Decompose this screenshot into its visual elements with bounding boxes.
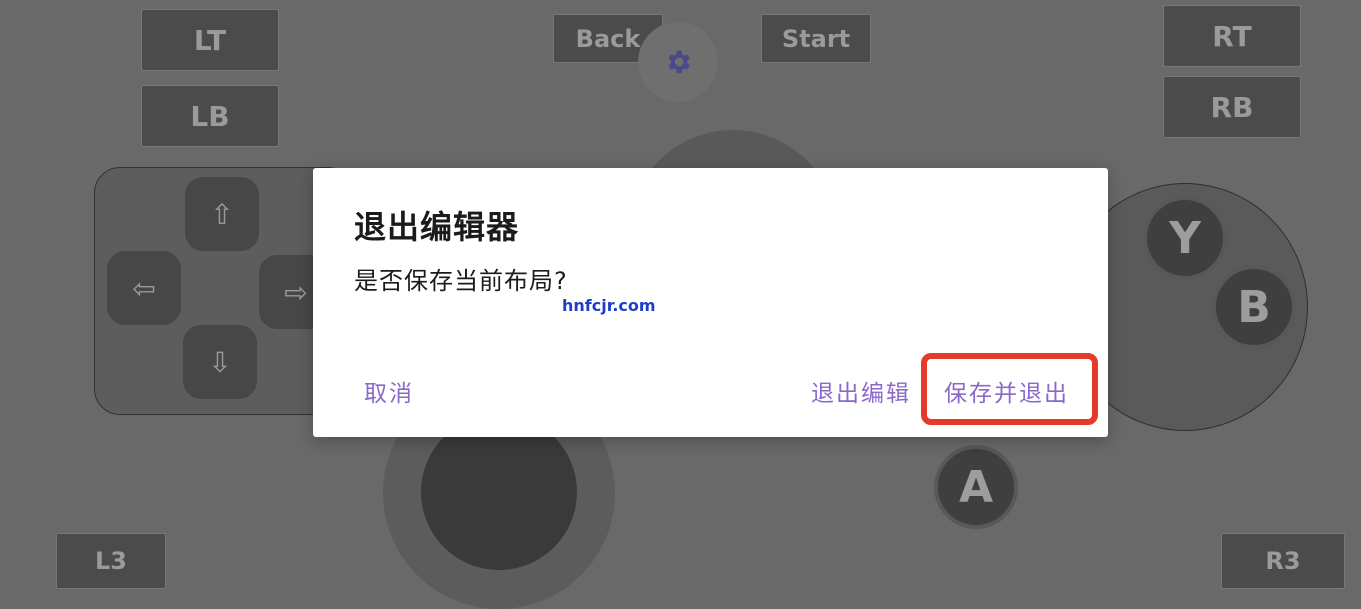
- l3-button[interactable]: L3: [56, 533, 166, 589]
- gear-icon: [668, 50, 690, 74]
- lb-button[interactable]: LB: [141, 85, 279, 147]
- dialog-title: 退出编辑器: [354, 208, 520, 246]
- cancel-button[interactable]: 取消: [364, 374, 414, 408]
- dpad-up-button[interactable]: ⇧: [185, 177, 259, 251]
- dialog-message: 是否保存当前布局?: [354, 267, 568, 295]
- rb-button[interactable]: RB: [1163, 76, 1301, 138]
- watermark-text: hnfcjr.com: [562, 296, 656, 315]
- settings-button[interactable]: [638, 22, 718, 102]
- start-button[interactable]: Start: [761, 14, 871, 63]
- exit-edit-button[interactable]: 退出编辑: [811, 374, 911, 408]
- b-button[interactable]: B: [1212, 265, 1296, 349]
- y-button[interactable]: Y: [1143, 196, 1227, 280]
- dpad-down-button[interactable]: ⇩: [183, 325, 257, 399]
- exit-editor-dialog: 退出编辑器 是否保存当前布局? hnfcjr.com 取消 退出编辑 保存并退出: [313, 168, 1108, 437]
- screen: LT LB RT RB Back Start ⇧ ⇦ ⇨ ⇩ Y B A L3 …: [0, 0, 1361, 609]
- dpad-left-button[interactable]: ⇦: [107, 251, 181, 325]
- lt-button[interactable]: LT: [141, 9, 279, 71]
- save-and-exit-button[interactable]: 保存并退出: [944, 374, 1069, 408]
- rt-button[interactable]: RT: [1163, 5, 1301, 67]
- r3-button[interactable]: R3: [1221, 533, 1345, 589]
- a-button[interactable]: A: [934, 445, 1018, 529]
- left-joystick-knob[interactable]: [421, 414, 577, 570]
